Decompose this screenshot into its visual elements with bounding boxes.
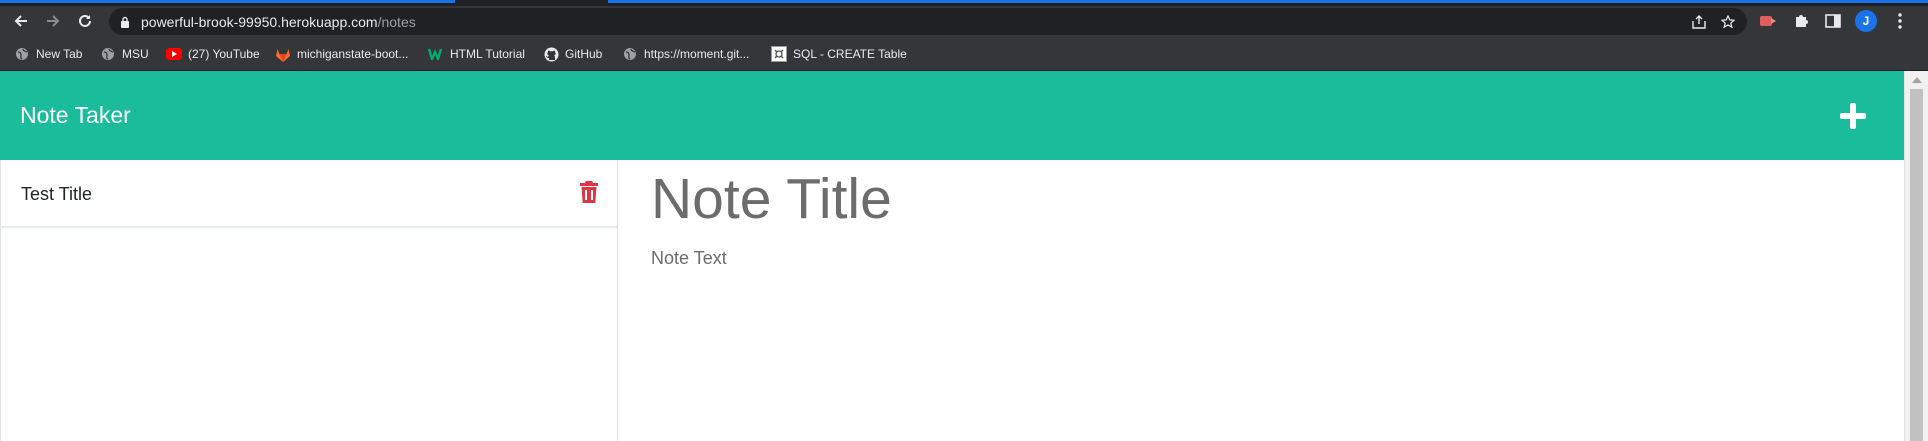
new-note-button[interactable]: [1836, 99, 1870, 133]
url-text: powerful-brook-99950.herokuapp.com/notes: [141, 14, 416, 30]
page-viewport: Note Taker Test Title Note Title Note Te…: [0, 71, 1904, 441]
bookmark-michiganstate-boot[interactable]: michiganstate-boot...: [275, 45, 408, 63]
browser-menu-button[interactable]: [1889, 10, 1911, 32]
extension-red-icon: [1760, 16, 1776, 26]
globe-icon: [622, 46, 638, 62]
tab-loading-indicator: [608, 0, 1928, 3]
share-icon: [1692, 15, 1706, 29]
app-navbar: Note Taker: [0, 71, 1904, 160]
note-list-title[interactable]: Test Title: [21, 184, 92, 205]
globe-icon: [14, 46, 30, 62]
profile-avatar[interactable]: J: [1855, 10, 1877, 32]
bookmark-github[interactable]: GitHub: [543, 45, 602, 63]
bookmark-label: michiganstate-boot...: [297, 47, 409, 61]
note-title-input[interactable]: Note Title: [651, 166, 892, 232]
bookmark-new-tab[interactable]: New Tab: [14, 45, 82, 63]
bookmark-label: New Tab: [36, 47, 83, 61]
extension-button[interactable]: [1757, 10, 1779, 32]
note-list: Test Title: [0, 160, 618, 441]
youtube-icon: [166, 46, 182, 62]
url-host: powerful-brook-99950.herokuapp.com: [141, 14, 378, 30]
github-icon: [543, 46, 559, 62]
back-button[interactable]: [10, 10, 32, 32]
app-brand[interactable]: Note Taker: [20, 102, 131, 129]
bookmark-label: GitHub: [565, 47, 603, 61]
delete-note-button[interactable]: [579, 180, 599, 204]
kebab-menu-icon: [1898, 13, 1902, 29]
side-panel-button[interactable]: [1822, 10, 1844, 32]
page-scrollbar[interactable]: [1904, 71, 1928, 441]
arrow-right-icon: [47, 15, 60, 27]
bookmark-label: HTML Tutorial: [450, 47, 525, 61]
gitlab-icon: [275, 46, 291, 62]
scroll-up-icon[interactable]: [1912, 77, 1922, 83]
globe-icon: [100, 46, 116, 62]
url-path: /notes: [377, 14, 416, 30]
side-panel-icon: [1825, 14, 1841, 28]
reload-icon: [79, 14, 91, 27]
bookmark-label: SQL - CREATE Table: [793, 47, 907, 61]
w3schools-icon: [428, 46, 444, 62]
browser-toolbar: powerful-brook-99950.herokuapp.com/notes…: [0, 6, 1928, 36]
list-item[interactable]: Test Title: [1, 160, 617, 228]
forward-button[interactable]: [42, 10, 64, 32]
bookmark-youtube[interactable]: (27) YouTube: [166, 45, 260, 63]
bookmarks-bar: New Tab MSU (27) YouTube michiganstate-b…: [0, 36, 1928, 71]
trash-icon: [580, 181, 598, 203]
bookmark-star-button[interactable]: [1719, 13, 1737, 31]
sql-icon: [771, 46, 787, 62]
bookmark-sql-create-table[interactable]: SQL - CREATE Table: [771, 45, 907, 63]
bookmark-moment[interactable]: https://moment.git...: [622, 45, 749, 63]
arrow-left-icon: [14, 15, 27, 27]
share-button[interactable]: [1690, 13, 1708, 31]
star-icon: [1721, 15, 1735, 29]
puzzle-icon: [1796, 15, 1808, 27]
bookmark-label: MSU: [122, 47, 149, 61]
tab-loading-indicator: [0, 0, 455, 3]
bookmark-label: (27) YouTube: [188, 47, 260, 61]
address-bar[interactable]: powerful-brook-99950.herokuapp.com/notes: [109, 8, 1747, 35]
scrollbar-thumb[interactable]: [1910, 89, 1923, 441]
reload-button[interactable]: [74, 10, 96, 32]
bookmark-label: https://moment.git...: [644, 47, 750, 61]
bookmark-msu[interactable]: MSU: [100, 45, 149, 63]
lock-icon: [121, 16, 129, 28]
note-text-input[interactable]: Note Text: [651, 248, 727, 269]
extensions-menu-button[interactable]: [1790, 10, 1812, 32]
bookmark-html-tutorial[interactable]: HTML Tutorial: [428, 45, 525, 63]
